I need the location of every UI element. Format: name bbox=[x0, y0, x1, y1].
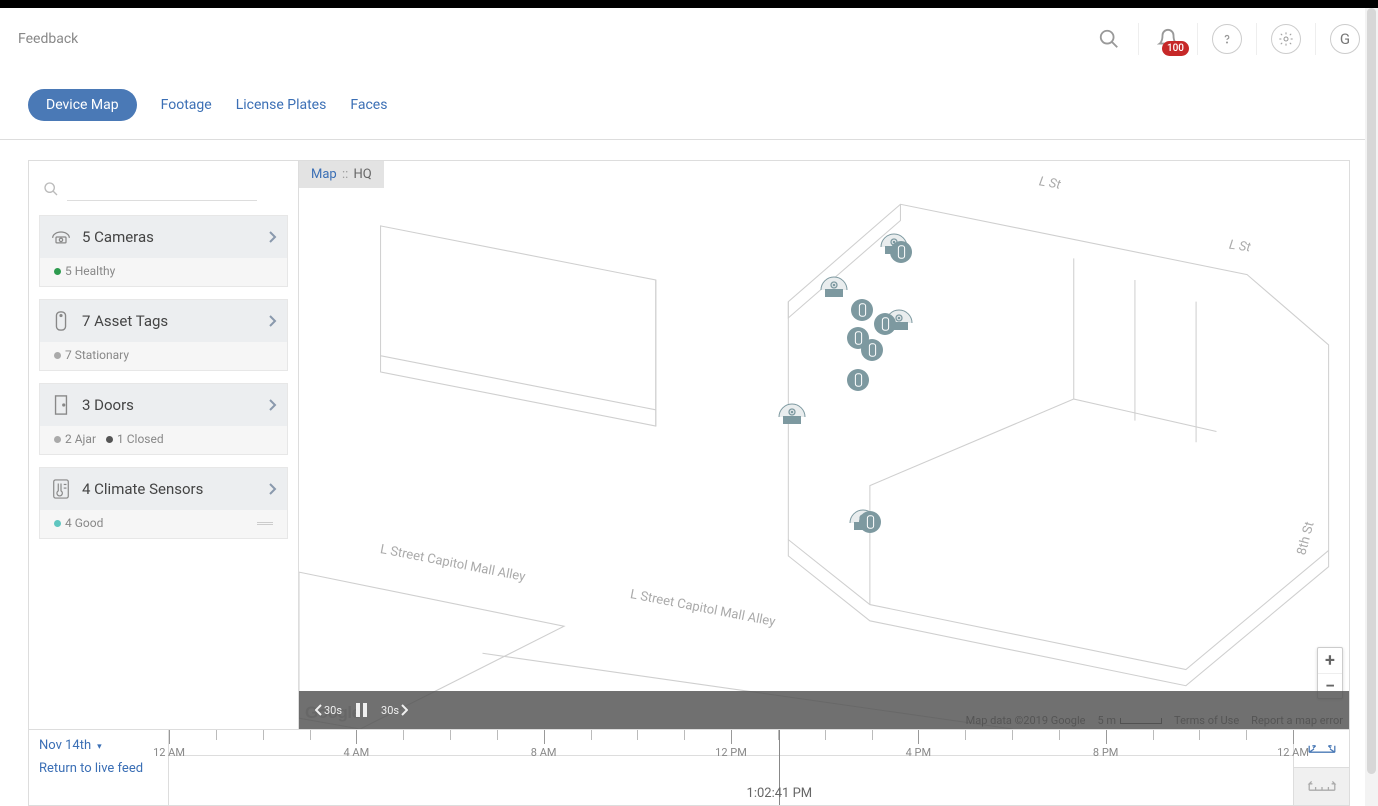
street-label-lst: L St bbox=[1228, 238, 1251, 256]
divider bbox=[1256, 23, 1257, 55]
timeline-hour-label: 12 AM bbox=[1277, 746, 1309, 759]
breadcrumb: Map :: HQ bbox=[299, 161, 384, 188]
scrollbar[interactable] bbox=[1365, 8, 1378, 806]
card-doors: 3 Doors 2 Ajar 1 Closed bbox=[39, 383, 288, 455]
divider bbox=[1138, 23, 1139, 55]
status-item: 5 Healthy bbox=[54, 264, 115, 278]
timeline-hour-label: 8 AM bbox=[531, 746, 557, 759]
chevron-right-icon bbox=[267, 480, 277, 499]
breadcrumb-separator: :: bbox=[342, 167, 348, 182]
divider bbox=[1197, 23, 1198, 55]
chevron-right-icon bbox=[267, 312, 277, 331]
sidebar-search bbox=[39, 173, 288, 215]
card-doors-header[interactable]: 3 Doors bbox=[40, 384, 287, 426]
timeline-hour-label: 12 PM bbox=[715, 746, 747, 759]
app-header: Feedback 100 G bbox=[0, 8, 1378, 70]
map-canvas[interactable]: L St L St L Street Capitol Mall Alley L … bbox=[299, 161, 1349, 729]
camera-icon bbox=[50, 226, 72, 248]
tab-device-map[interactable]: Device Map bbox=[28, 89, 137, 121]
rewind-30-button[interactable]: 30s bbox=[315, 704, 342, 717]
card-asset-tags: 7 Asset Tags 7 Stationary bbox=[39, 299, 288, 371]
return-to-live-link[interactable]: Return to live feed bbox=[39, 761, 158, 776]
forward-30-button[interactable]: 30s bbox=[381, 704, 408, 717]
search-icon[interactable] bbox=[1094, 24, 1124, 54]
zoom-in-button[interactable]: + bbox=[1318, 648, 1342, 673]
playback-bar: 30s 30s bbox=[299, 691, 1349, 729]
status-item: 7 Stationary bbox=[54, 348, 129, 362]
card-title: 4 Climate Sensors bbox=[82, 480, 267, 498]
main-tabs: Device Map Footage License Plates Faces bbox=[0, 70, 1378, 140]
timeline-current-time: 1:02:41 PM bbox=[747, 786, 813, 801]
feedback-link[interactable]: Feedback bbox=[18, 31, 78, 47]
map-camera-marker[interactable] bbox=[777, 403, 807, 425]
timeline-date-panel: Nov 14th▾ Return to live feed bbox=[29, 730, 169, 805]
timeline-date-picker[interactable]: Nov 14th▾ bbox=[39, 738, 102, 753]
door-icon bbox=[50, 394, 72, 416]
divider bbox=[1315, 23, 1316, 55]
breadcrumb-leaf: HQ bbox=[354, 167, 372, 182]
map-buildings bbox=[299, 161, 1349, 729]
tag-icon bbox=[50, 310, 72, 332]
search-icon bbox=[43, 181, 59, 197]
map-asset-marker[interactable] bbox=[859, 511, 881, 533]
card-climate-header[interactable]: 4 Climate Sensors bbox=[40, 468, 287, 510]
status-item: 1 Closed bbox=[106, 432, 164, 446]
chevron-right-icon bbox=[267, 228, 277, 247]
timeline-hour-label: 8 PM bbox=[1093, 746, 1118, 759]
card-title: 3 Doors bbox=[82, 396, 267, 414]
card-title: 5 Cameras bbox=[82, 228, 267, 246]
tab-footage[interactable]: Footage bbox=[161, 89, 212, 121]
map-camera-marker[interactable] bbox=[819, 276, 849, 298]
avatar[interactable]: G bbox=[1330, 24, 1360, 54]
timeline-ruler: 12 AM4 AM8 AM12 PM4 PM8 PM12 AM bbox=[169, 730, 1293, 756]
card-cameras: 5 Cameras 5 Healthy bbox=[39, 215, 288, 287]
timeline-hour-label: 4 PM bbox=[906, 746, 931, 759]
map-asset-marker[interactable] bbox=[890, 241, 912, 263]
device-sidebar: 5 Cameras 5 Healthy 7 Asset Tags bbox=[29, 161, 299, 729]
status-item: 4 Good bbox=[54, 516, 103, 530]
timeline-hour-label: 12 AM bbox=[153, 746, 185, 759]
map-asset-marker[interactable] bbox=[861, 339, 883, 361]
map-asset-marker[interactable] bbox=[874, 313, 896, 335]
drag-handle-icon bbox=[257, 522, 273, 525]
content-area: 5 Cameras 5 Healthy 7 Asset Tags bbox=[28, 160, 1350, 730]
breadcrumb-root[interactable]: Map bbox=[311, 167, 337, 182]
tab-faces[interactable]: Faces bbox=[350, 89, 387, 121]
zoom-out-timeline-button[interactable] bbox=[1294, 767, 1349, 805]
card-status-row: 5 Healthy bbox=[40, 258, 287, 286]
timeline-hour-label: 4 AM bbox=[343, 746, 369, 759]
chevron-right-icon bbox=[267, 396, 277, 415]
card-cameras-header[interactable]: 5 Cameras bbox=[40, 216, 287, 258]
climate-icon bbox=[50, 478, 72, 500]
timeline: Nov 14th▾ Return to live feed 12 AM 4 AM 8… bbox=[28, 730, 1350, 806]
settings-icon[interactable] bbox=[1271, 24, 1301, 54]
card-status-row: 7 Stationary bbox=[40, 342, 287, 370]
timeline-track[interactable]: 12 AM4 AM8 AM12 PM4 PM8 PM12 AM 1:02:41 … bbox=[169, 730, 1293, 805]
card-asset-tags-header[interactable]: 7 Asset Tags bbox=[40, 300, 287, 342]
notifications-icon[interactable]: 100 bbox=[1153, 24, 1183, 54]
help-icon[interactable] bbox=[1212, 24, 1242, 54]
pause-button[interactable] bbox=[356, 703, 367, 717]
card-status-row: 2 Ajar 1 Closed bbox=[40, 426, 287, 454]
card-status-row: 4 Good bbox=[40, 510, 287, 538]
window-top-strip bbox=[0, 0, 1378, 8]
card-climate-sensors: 4 Climate Sensors 4 Good bbox=[39, 467, 288, 539]
timeline-tools bbox=[1293, 730, 1349, 805]
status-item: 2 Ajar bbox=[54, 432, 96, 446]
card-title: 7 Asset Tags bbox=[82, 312, 267, 330]
sidebar-search-input[interactable] bbox=[67, 177, 257, 201]
map-asset-marker[interactable] bbox=[851, 299, 873, 321]
map-panel[interactable]: Map :: HQ bbox=[299, 161, 1349, 729]
tab-license-plates[interactable]: License Plates bbox=[236, 89, 327, 121]
map-asset-marker[interactable] bbox=[847, 369, 869, 391]
notifications-badge: 100 bbox=[1162, 41, 1189, 56]
